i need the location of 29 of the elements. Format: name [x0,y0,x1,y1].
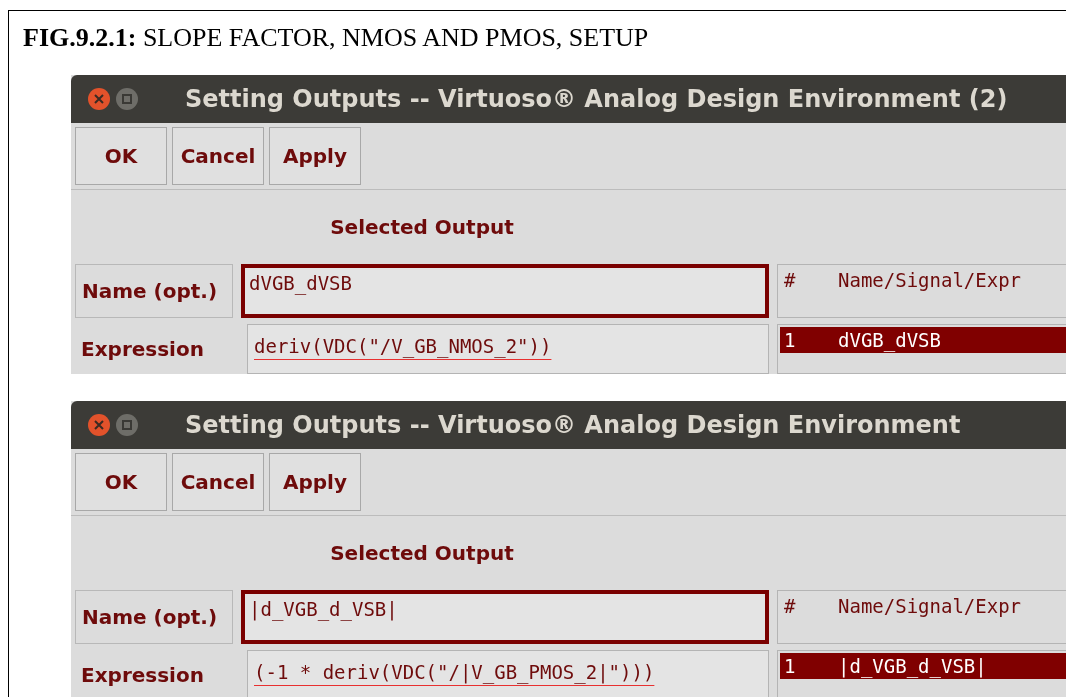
field-label: Name (opt.) [75,590,233,644]
dialog-button[interactable]: Apply [269,127,361,185]
dialog-button[interactable]: OK [75,127,167,185]
window-title: Setting Outputs -- Virtuoso® Analog Design Environment (2) [185,85,1008,113]
list-row[interactable]: 1 |d_VGB_d_VSB| [780,653,1066,679]
field-label: Expression [80,662,205,689]
section-heading: Selected Output [329,540,515,567]
name-field[interactable]: |d_VGB_d_VSB| [241,590,769,644]
column-header: Name/Signal/Expr [838,269,1022,293]
dialog-button[interactable]: Cancel [172,453,264,511]
section-heading: Selected Output [329,214,515,241]
expression-field[interactable]: deriv(VDC("/V_GB_NMOS_2")) [247,324,769,374]
figure-caption: FIG.9.2.1: SLOPE FACTOR, NMOS AND PMOS, SETUP [22,22,650,54]
window-title: Setting Outputs -- Virtuoso® Analog Design Environment [185,411,961,439]
name-field[interactable]: dVGB_dVSB [241,264,769,318]
expression-field[interactable]: (-1 * deriv(VDC("/|V_GB_PMOS_2|"))) [247,650,769,697]
column-header: # [784,595,797,619]
field-label: Expression [80,336,205,363]
close-icon[interactable] [87,413,111,437]
dialog-button[interactable]: Cancel [172,127,264,185]
list-row[interactable]: 1 dVGB_dVSB [780,327,1066,353]
minimize-icon[interactable] [115,413,139,437]
dialog-button[interactable]: OK [75,453,167,511]
minimize-icon[interactable] [115,87,139,111]
close-icon[interactable] [87,87,111,111]
column-header: Name/Signal/Expr [838,595,1022,619]
field-label: Name (opt.) [75,264,233,318]
column-header: # [784,269,797,293]
dialog-button[interactable]: Apply [269,453,361,511]
